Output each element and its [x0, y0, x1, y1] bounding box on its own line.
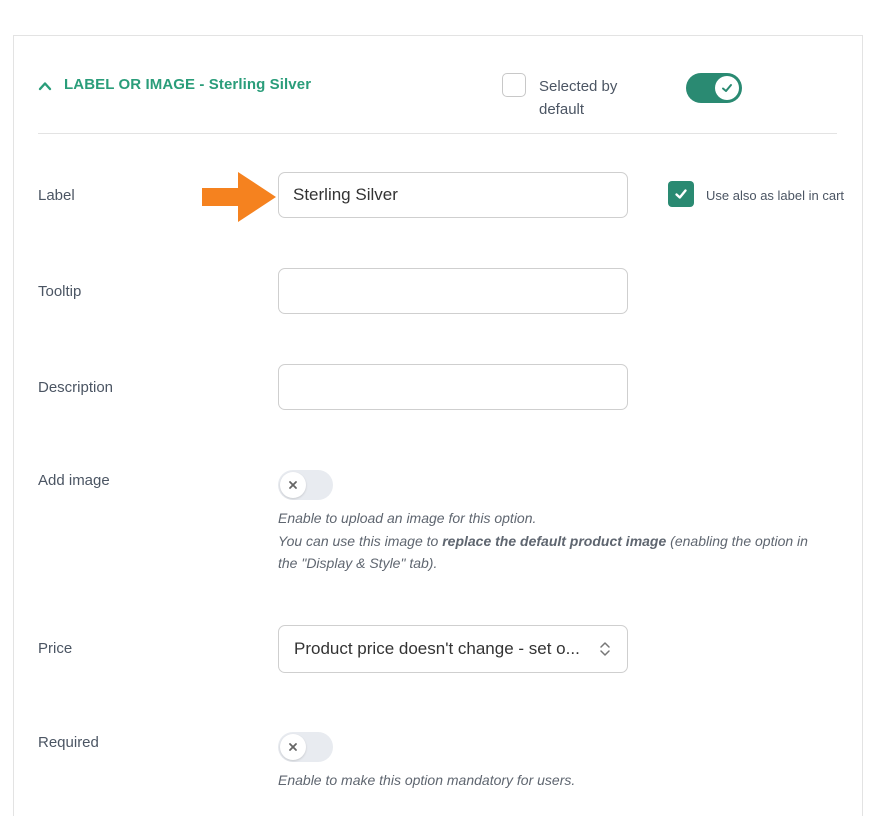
required-toggle[interactable]: [278, 732, 333, 762]
description-field-label: Description: [38, 379, 114, 396]
toggle-knob: [715, 76, 739, 100]
selected-by-default-checkbox[interactable]: [502, 73, 526, 97]
close-icon: [289, 481, 297, 489]
price-select[interactable]: Product price doesn't change - set o...: [278, 625, 628, 673]
select-caret-icon: [600, 642, 610, 656]
option-title[interactable]: LABEL OR IMAGE - Sterling Silver: [64, 76, 311, 93]
add-image-field-label: Add image: [38, 472, 110, 489]
add-image-help-text: Enable to upload an image for this optio…: [278, 510, 808, 571]
selected-by-default-label: Selected by default: [539, 78, 618, 118]
use-as-cart-label-checkbox[interactable]: [668, 181, 694, 207]
chevron-up-icon[interactable]: [38, 79, 52, 93]
tooltip-field-label: Tooltip: [38, 283, 82, 300]
toggle-knob: [280, 734, 306, 760]
check-icon: [675, 189, 687, 199]
close-icon: [289, 743, 297, 751]
option-panel: [13, 35, 863, 816]
toggle-knob: [280, 472, 306, 498]
arrow-right-icon: [202, 172, 276, 222]
check-icon: [722, 84, 732, 92]
required-help-text: Enable to make this option mandatory for…: [278, 772, 576, 788]
tooltip-input[interactable]: [278, 268, 628, 314]
header-divider: [38, 133, 837, 134]
option-enabled-toggle[interactable]: [686, 73, 742, 103]
price-field-label: Price: [38, 640, 73, 657]
description-input[interactable]: [278, 364, 628, 410]
add-image-toggle[interactable]: [278, 470, 333, 500]
label-input[interactable]: [278, 172, 628, 218]
use-as-cart-label-text: Use also as label in cart: [706, 188, 845, 203]
required-field-label: Required: [38, 734, 99, 751]
label-field-label: Label: [38, 187, 75, 204]
price-select-value: Product price doesn't change - set o...: [294, 639, 580, 658]
option-header: LABEL OR IMAGE - Sterling Silver Selecte…: [38, 73, 838, 134]
